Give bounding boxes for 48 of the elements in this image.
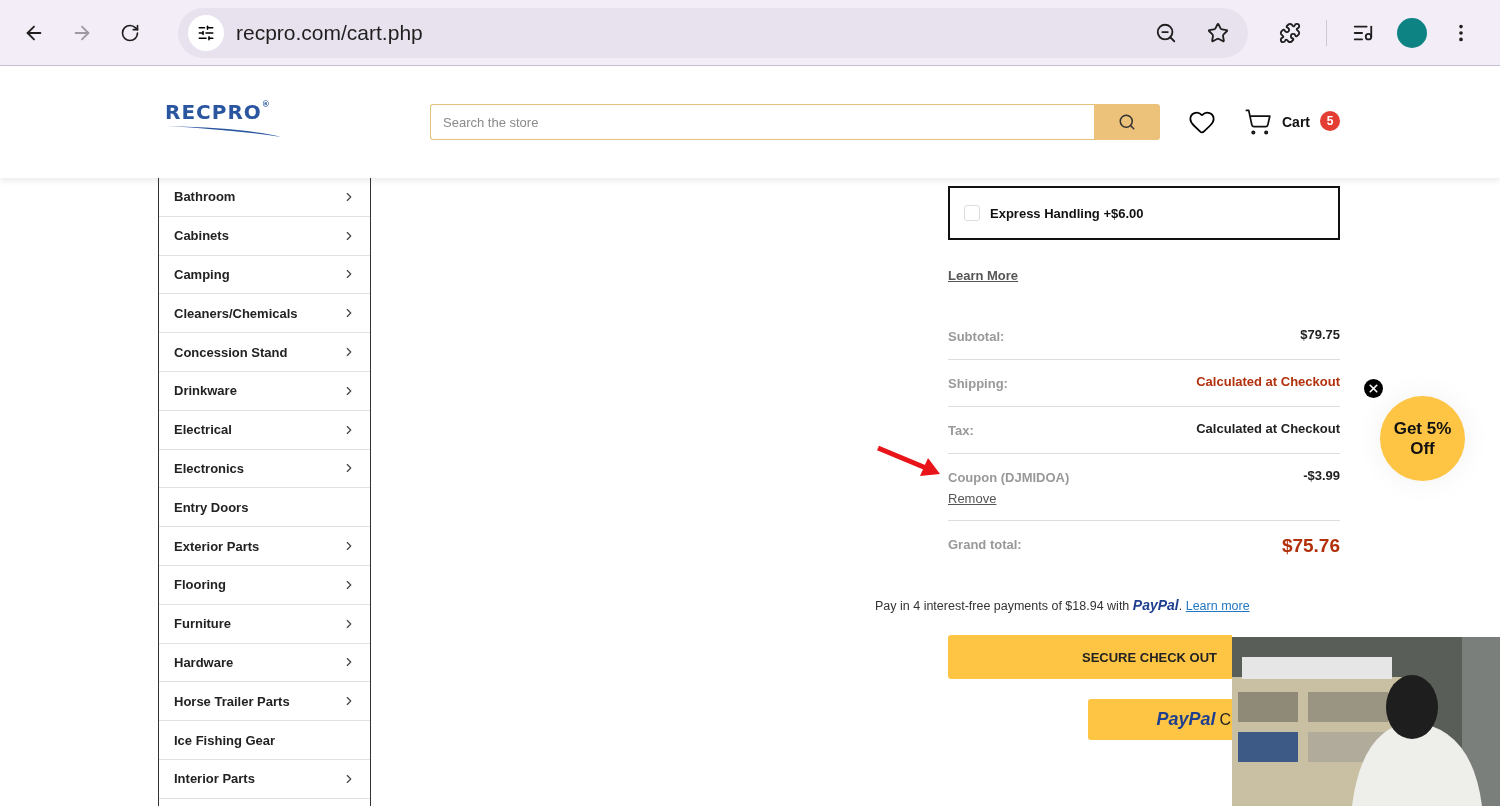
discount-popup-button[interactable]: Get 5% Off bbox=[1380, 396, 1465, 481]
category-link[interactable]: Drinkware bbox=[174, 383, 237, 399]
summary-value: $75.76 bbox=[1281, 535, 1340, 557]
reload-icon bbox=[120, 22, 140, 43]
category-link[interactable]: Concession Stand bbox=[174, 344, 288, 360]
category-link[interactable]: Cabinets bbox=[174, 228, 229, 244]
search-icon bbox=[1118, 113, 1136, 131]
summary-value: Calculated at Checkout bbox=[1196, 421, 1340, 436]
category-link[interactable]: Interior Parts bbox=[174, 771, 255, 787]
summary-label: Subtotal: bbox=[948, 329, 1005, 344]
close-icon[interactable] bbox=[1364, 379, 1383, 398]
category-link[interactable]: Bathroom bbox=[174, 189, 236, 205]
paypal-checkout-button[interactable]: PayPal C bbox=[1088, 699, 1233, 740]
category-link[interactable]: Electrical bbox=[174, 422, 232, 438]
paypal-learn-more-link[interactable]: Learn more bbox=[1185, 599, 1250, 613]
category-link[interactable]: Camping bbox=[174, 267, 230, 282]
category-link[interactable]: Hardware bbox=[174, 654, 234, 670]
address-bar[interactable]: recpro.com/cart.php bbox=[178, 7, 1248, 58]
express-handling-checkbox[interactable] bbox=[964, 205, 980, 221]
cart-icon bbox=[1244, 108, 1272, 136]
express-handling-option[interactable]: Express Handling +$6.00 bbox=[948, 186, 1340, 240]
secure-checkout-button[interactable]: SECURE CHECK OUT bbox=[948, 635, 1232, 679]
category-link[interactable]: Horse Trailer Parts bbox=[174, 693, 290, 709]
store-logo[interactable]: RECPRO$^{®}$ bbox=[165, 100, 430, 138]
cart-button[interactable]: Cart 5 bbox=[1244, 108, 1340, 136]
summary-label: Coupon (DJMIDOA) bbox=[948, 470, 1070, 485]
summary-value: $79.75 bbox=[1300, 327, 1340, 342]
url-text: recpro.com/cart.php bbox=[236, 20, 424, 45]
category-link[interactable]: Cleaners/Chemicals bbox=[174, 305, 298, 321]
summary-value: Calculated at Checkout bbox=[1196, 374, 1340, 389]
paypal-installments-text: Pay in 4 interest-free payments of $18.94 with PayPal. Learn more bbox=[875, 597, 1251, 613]
profile-avatar[interactable] bbox=[1397, 17, 1427, 48]
category-link[interactable]: Electronics bbox=[174, 460, 245, 476]
cart-count-badge: 5 bbox=[1320, 111, 1340, 131]
summary-label: Tax: bbox=[948, 423, 974, 438]
category-link[interactable]: Exterior Parts bbox=[174, 538, 260, 554]
remove-coupon-link[interactable]: Remove bbox=[948, 491, 1070, 506]
summary-value: -$3.99 bbox=[1303, 468, 1340, 483]
category-link[interactable]: Ice Fishing Gear bbox=[174, 732, 276, 748]
learn-more-link[interactable]: Learn More bbox=[948, 268, 1019, 283]
category-link[interactable]: Flooring bbox=[174, 577, 226, 593]
summary-label: Grand total: bbox=[948, 537, 1022, 552]
express-handling-label: Express Handling +$6.00 bbox=[990, 205, 1144, 221]
search-button[interactable] bbox=[1094, 104, 1160, 140]
summary-label: Shipping: bbox=[948, 376, 1008, 391]
category-link[interactable]: Entry Doors bbox=[174, 499, 249, 515]
search-field[interactable]: Search the store bbox=[430, 104, 1094, 140]
category-link[interactable]: Furniture bbox=[174, 616, 232, 632]
